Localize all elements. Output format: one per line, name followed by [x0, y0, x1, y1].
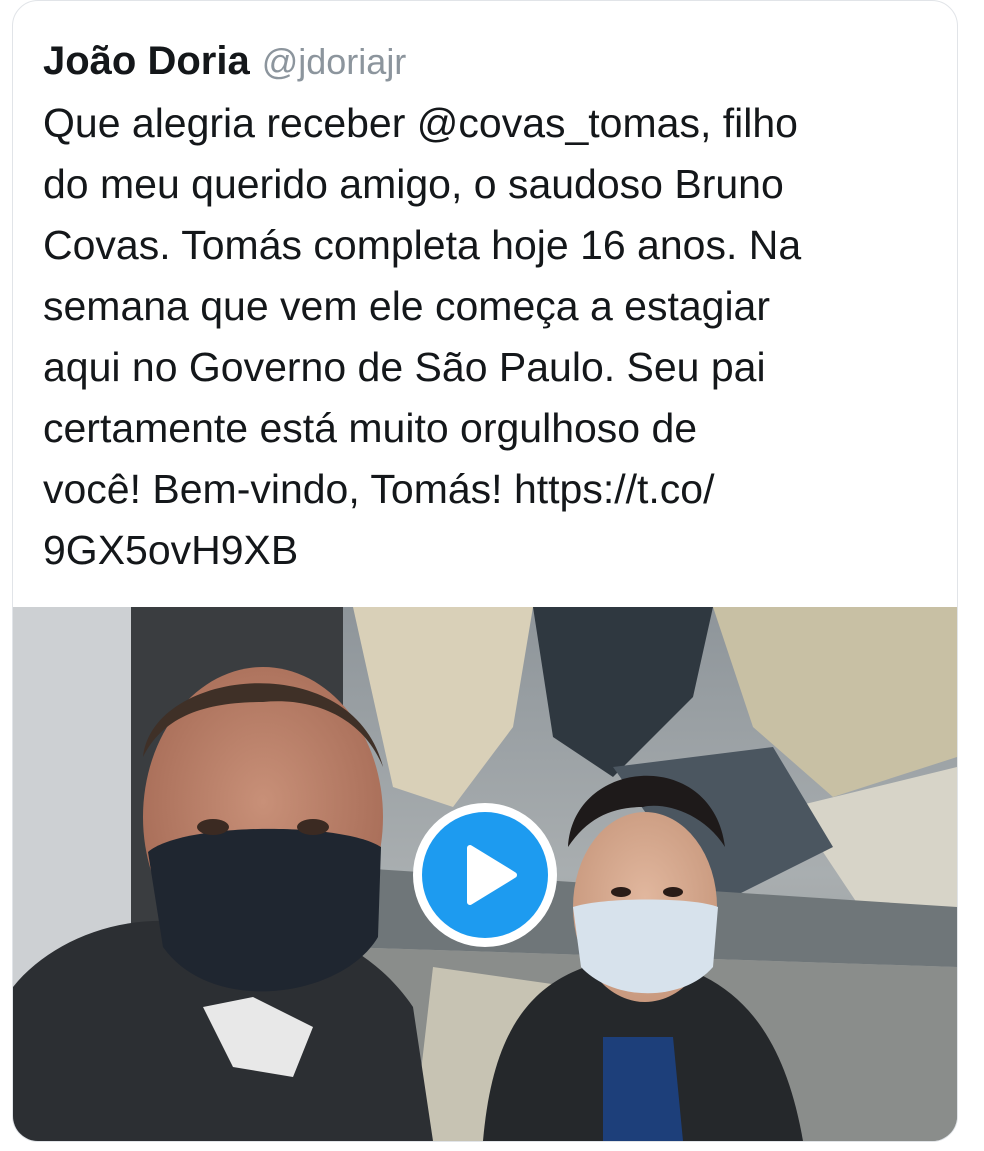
tweet-card[interactable]: João Doria @jdoriajr Que alegria receber … [12, 0, 958, 1142]
play-button[interactable] [413, 803, 557, 947]
tweet-text-line: aqui no Governo de São Paulo. Seu pai [43, 344, 766, 390]
tweet-text-line: Covas. Tomás completa hoje 16 anos. Na [43, 222, 802, 268]
tweet-text: Que alegria receber @covas_tomas, filho … [43, 93, 943, 581]
tweet-header: João Doria @jdoriajr [43, 37, 406, 94]
tweet-text-line: semana que vem ele começa a estagiar [43, 283, 771, 329]
tweet-text-line: certamente está muito orgulhoso de [43, 405, 698, 451]
video-thumbnail[interactable] [13, 607, 957, 1141]
play-icon [467, 845, 517, 905]
tweet-text-line[interactable]: você! Bem-vindo, Tomás! https://t.co/ [43, 459, 943, 520]
tweet-text-line: do meu querido amigo, o saudoso Bruno [43, 161, 784, 207]
tweet-text-line: Que alegria receber @covas_tomas, filho [43, 100, 798, 146]
tweet-text-line[interactable]: 9GX5ovH9XB [43, 520, 943, 581]
author-name[interactable]: João Doria [43, 37, 250, 85]
play-button-circle [422, 812, 548, 938]
author-handle[interactable]: @jdoriajr [262, 38, 407, 86]
